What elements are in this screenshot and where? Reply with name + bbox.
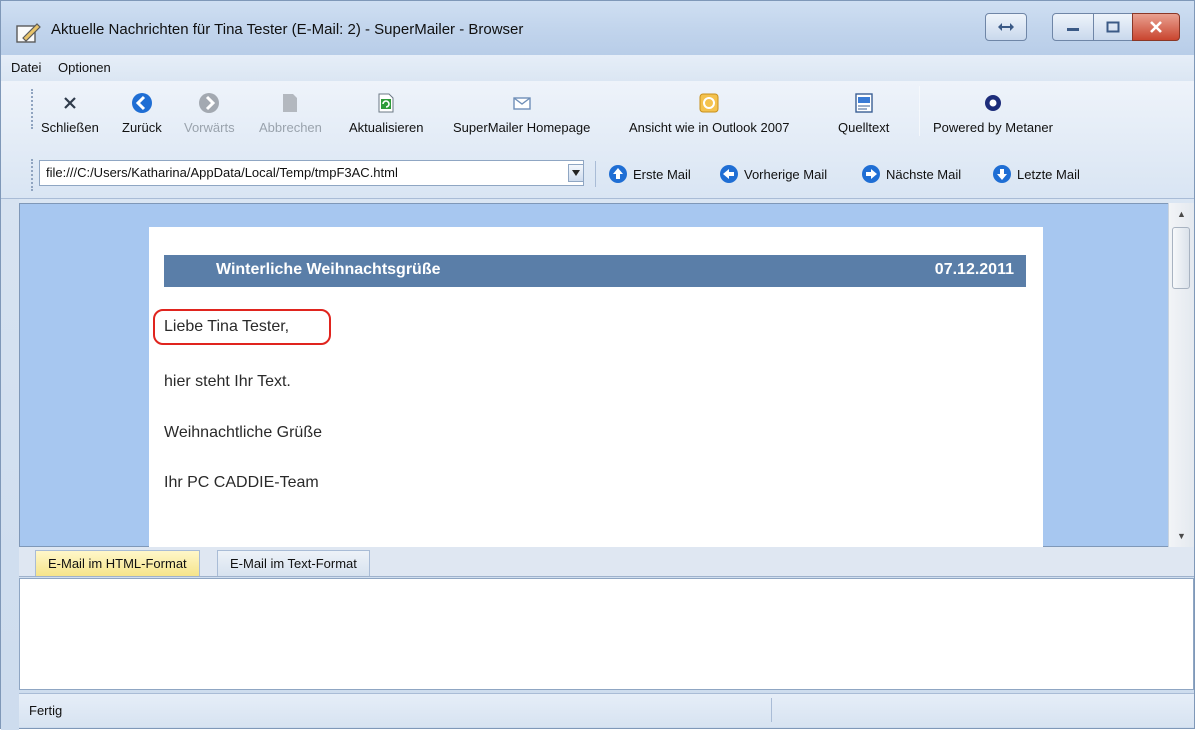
- address-separator: [595, 161, 596, 187]
- last-mail-button[interactable]: Letzte Mail: [992, 164, 1080, 184]
- next-mail-label: Nächste Mail: [886, 166, 962, 182]
- chevron-down-icon: [572, 170, 580, 176]
- next-mail-button[interactable]: Nächste Mail: [861, 164, 961, 184]
- address-dropdown-button[interactable]: [568, 164, 584, 182]
- back-button-label: Zurück: [122, 120, 162, 135]
- back-arrow-icon: [131, 93, 152, 113]
- greeting-highlight-box: [153, 309, 331, 345]
- browser-window: Aktuelle Nachrichten für Tina Tester (E-…: [0, 0, 1195, 730]
- pen-document-icon: [16, 23, 41, 43]
- previous-mail-button[interactable]: Vorherige Mail: [719, 164, 827, 184]
- status-bar: Fertig: [19, 693, 1194, 727]
- back-button[interactable]: Zurück: [122, 91, 162, 135]
- forward-arrow-icon: [199, 93, 220, 113]
- scroll-up-icon[interactable]: ▲: [1177, 209, 1186, 219]
- status-text: Fertig: [29, 703, 63, 718]
- mail-title: Winterliche Weihnachtsgrüße: [216, 261, 441, 278]
- arrow-right-circle-icon: [862, 165, 880, 183]
- source-button[interactable]: Quelltext: [838, 91, 889, 135]
- outlook-view-button-label: Ansicht wie in Outlook 2007: [629, 120, 790, 135]
- close-icon: [1150, 21, 1162, 33]
- menu-optionen[interactable]: Optionen: [58, 60, 111, 75]
- previous-mail-label: Vorherige Mail: [744, 166, 828, 182]
- toolbar-separator: [919, 86, 920, 136]
- arrow-up-circle-icon: [609, 165, 627, 183]
- homepage-button-label: SuperMailer Homepage: [453, 120, 591, 135]
- close-button-label: Schließen: [41, 120, 99, 135]
- maximize-icon: [1106, 21, 1120, 33]
- minimize-icon: [1067, 28, 1079, 31]
- mail-date: 07.12.2011: [934, 261, 1014, 278]
- address-grip[interactable]: [31, 159, 34, 191]
- close-window-button[interactable]: [1132, 13, 1180, 41]
- title-bar: Aktuelle Nachrichten für Tina Tester (E-…: [1, 1, 1194, 55]
- refresh-button-label: Aktualisieren: [349, 120, 424, 135]
- mail-closing: Weihnachtliche Grüße: [164, 424, 322, 441]
- outlook-icon: [699, 93, 719, 113]
- tab-text-format[interactable]: E-Mail im Text-Format: [217, 550, 370, 576]
- first-mail-button[interactable]: Erste Mail: [608, 164, 691, 184]
- mail-icon: [512, 97, 531, 110]
- forward-button-label: Vorwärts: [184, 120, 235, 135]
- outlook-view-button[interactable]: Ansicht wie in Outlook 2007: [629, 91, 789, 135]
- mail-body: hier steht Ihr Text.: [164, 373, 291, 390]
- refresh-button[interactable]: Aktualisieren: [349, 91, 423, 135]
- refresh-icon: [378, 93, 394, 113]
- address-value: file:///C:/Users/Katharina/AppData/Local…: [46, 165, 398, 180]
- cancel-button-label: Abbrechen: [259, 120, 322, 135]
- toolbar: Schließen Zurück Vorwärts Abbrechen Aktu…: [1, 81, 1194, 199]
- tab-html-format[interactable]: E-Mail im HTML-Format: [35, 550, 200, 576]
- lower-text-area[interactable]: [19, 578, 1194, 690]
- restore-swap-button[interactable]: [985, 13, 1027, 41]
- source-button-label: Quelltext: [838, 120, 890, 135]
- maximize-button[interactable]: [1093, 13, 1133, 41]
- powered-by-label: Powered by Metaner: [933, 120, 1053, 135]
- first-mail-label: Erste Mail: [633, 166, 691, 182]
- stop-page-icon: [283, 94, 298, 112]
- metaner-logo-icon: [984, 95, 1001, 111]
- powered-by-button[interactable]: Powered by Metaner: [933, 91, 1053, 135]
- last-mail-label: Letzte Mail: [1017, 166, 1080, 182]
- forward-button[interactable]: Vorwärts: [184, 91, 235, 135]
- double-arrow-icon: [998, 23, 1014, 31]
- mail-signature: Ihr PC CADDIE-Team: [164, 474, 319, 491]
- arrow-left-circle-icon: [720, 165, 738, 183]
- close-button[interactable]: Schließen: [41, 91, 99, 135]
- source-code-icon: [854, 93, 873, 113]
- x-icon: [64, 97, 76, 109]
- arrow-down-circle-icon: [993, 165, 1011, 183]
- menu-datei[interactable]: Datei: [11, 60, 41, 75]
- menu-bar: Datei Optionen: [1, 55, 1194, 81]
- scrollbar-thumb[interactable]: [1172, 227, 1190, 289]
- scroll-down-icon[interactable]: ▼: [1177, 531, 1186, 541]
- left-frame-strip: [1, 199, 19, 730]
- cancel-button[interactable]: Abbrechen: [259, 91, 322, 135]
- address-field[interactable]: file:///C:/Users/Katharina/AppData/Local…: [39, 160, 584, 186]
- window-title: Aktuelle Nachrichten für Tina Tester (E-…: [51, 21, 524, 38]
- mail-header-bar: Winterliche Weihnachtsgrüße 07.12.2011: [164, 255, 1026, 287]
- minimize-button[interactable]: [1052, 13, 1094, 41]
- homepage-button[interactable]: SuperMailer Homepage: [453, 91, 590, 135]
- status-divider: [771, 698, 772, 722]
- toolbar-grip[interactable]: [31, 89, 34, 129]
